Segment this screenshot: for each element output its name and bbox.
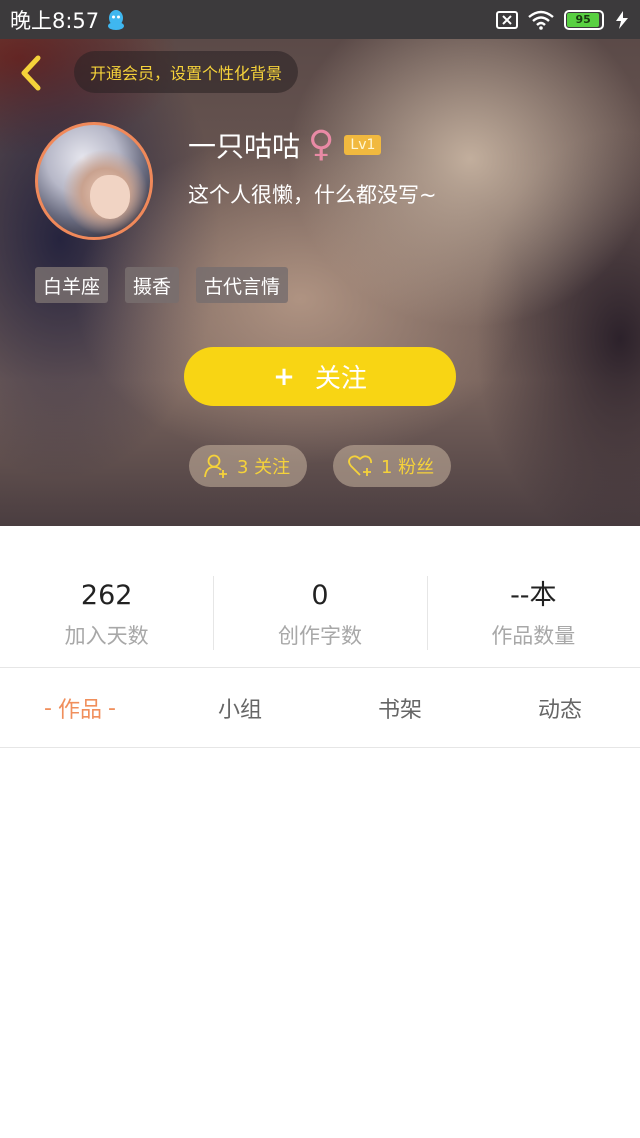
heart-plus-icon <box>348 455 372 476</box>
sim-off-icon <box>496 10 518 29</box>
tab-label: 动态 <box>537 698 582 723</box>
following-button[interactable]: 3 关注 <box>189 445 307 487</box>
tab-works[interactable]: - 作品 - <box>0 669 160 747</box>
following-count: 3 关注 <box>237 457 291 478</box>
plus-icon: + <box>273 361 295 392</box>
tab-label: 书架 <box>377 698 422 723</box>
tab-bookshelf[interactable]: 书架 <box>320 669 480 747</box>
tag: 摄香 <box>125 267 180 303</box>
status-left: 晚上8:57 <box>10 5 125 35</box>
status-bar: 晚上8:57 95 <box>0 0 640 39</box>
level-badge: Lv1 <box>344 135 382 155</box>
stat-label: 作品数量 <box>491 624 576 648</box>
stat-word-count: 0 创作字数 <box>213 576 426 652</box>
stat-value: 0 <box>311 580 329 611</box>
stats-row: 262 加入天数 0 创作字数 --本 作品数量 <box>0 576 640 652</box>
tab-activity[interactable]: 动态 <box>480 669 640 747</box>
vip-banner[interactable]: 开通会员，设置个性化背景 <box>74 51 299 93</box>
charging-icon <box>614 10 630 30</box>
tab-groups[interactable]: 小组 <box>160 669 320 747</box>
bio: 这个人很懒，什么都没写~ <box>188 183 437 207</box>
stat-value: --本 <box>510 580 557 611</box>
tab-label: 作品 <box>57 698 102 723</box>
tab-label: 小组 <box>217 698 262 723</box>
tag: 白羊座 <box>35 267 109 303</box>
tab-bar: - 作品 - 小组 书架 动态 <box>0 669 640 747</box>
wifi-icon <box>528 10 554 30</box>
stat-join-days: 262 加入天数 <box>0 576 213 652</box>
tab-dash: - <box>44 695 52 721</box>
profile-header: 开通会员，设置个性化背景 一只咕咕 ♀ Lv1 这个人很懒，什么都没写~ 白羊座… <box>0 39 640 526</box>
battery-icon: 95 <box>564 9 604 30</box>
qq-icon <box>107 9 125 31</box>
tab-dash: - <box>108 695 116 721</box>
tag-list: 白羊座 摄香 古代言情 <box>35 267 289 303</box>
back-button[interactable] <box>14 53 48 93</box>
nickname: 一只咕咕 <box>188 130 301 163</box>
stat-value: 262 <box>80 580 133 611</box>
add-user-icon <box>204 454 227 478</box>
avatar-face <box>90 175 130 219</box>
female-icon: ♀ <box>308 124 335 165</box>
fans-button[interactable]: 1 粉丝 <box>333 445 451 487</box>
tag: 古代言情 <box>196 267 289 303</box>
tab-content <box>0 748 640 1138</box>
nickname-row: 一只咕咕 ♀ Lv1 <box>188 124 382 165</box>
status-right: 95 <box>496 9 630 30</box>
fans-count: 1 粉丝 <box>381 457 435 478</box>
divider <box>0 667 640 668</box>
stat-works-count: --本 作品数量 <box>426 576 640 652</box>
chevron-left-icon <box>21 55 41 91</box>
follow-label: 关注 <box>314 364 367 394</box>
follow-button[interactable]: + 关注 <box>184 347 456 406</box>
stat-label: 创作字数 <box>277 624 362 648</box>
stat-label: 加入天数 <box>64 624 149 648</box>
battery-level: 95 <box>567 12 600 27</box>
avatar[interactable] <box>35 122 153 240</box>
clock: 晚上8:57 <box>10 8 100 33</box>
